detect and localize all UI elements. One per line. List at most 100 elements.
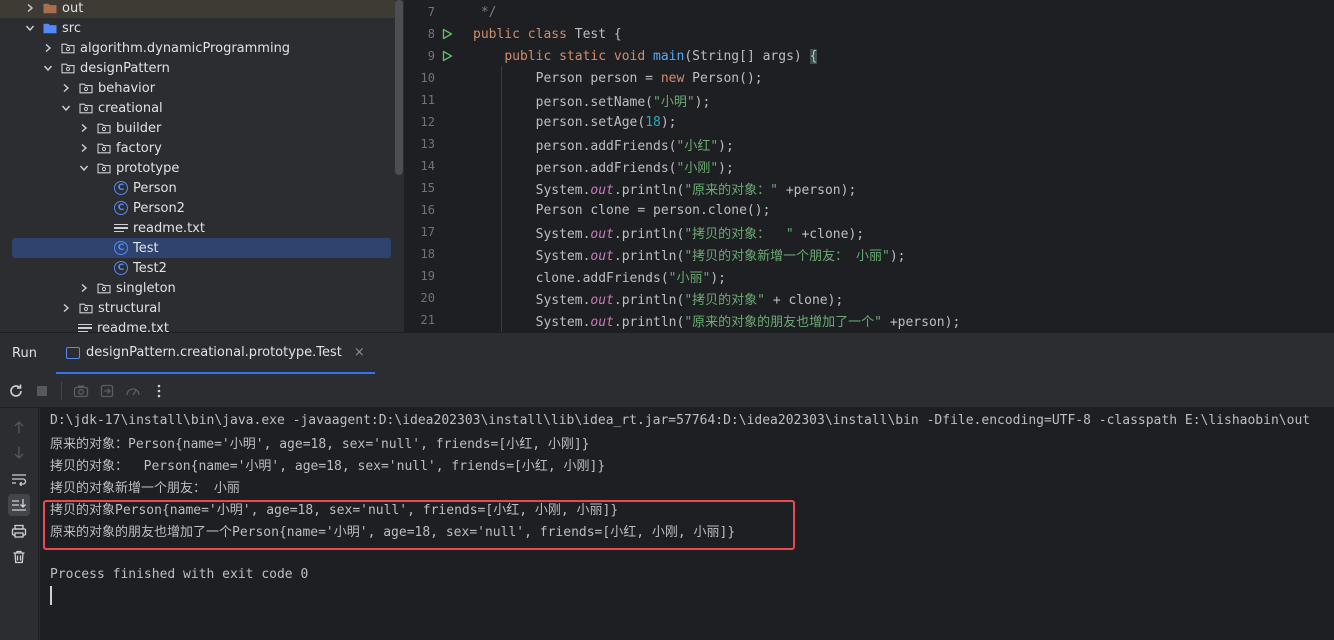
code-line[interactable]: 7 */ [405, 1, 1334, 23]
code-line[interactable]: 17 System.out.println("拷贝的对象： " +clone); [405, 221, 1334, 243]
tree-item-label: algorithm.dynamicProgramming [80, 40, 291, 56]
code-token: person.setName( [473, 94, 654, 110]
chevron-right-icon[interactable] [78, 122, 90, 134]
code-token: "拷贝的对象新增一个朋友： 小丽" [684, 248, 890, 264]
chevron-down-icon[interactable] [24, 22, 36, 34]
tree-item[interactable]: src [0, 18, 395, 38]
code-line[interactable]: 11 person.setName("小明"); [405, 89, 1334, 111]
chevron-down-icon[interactable] [78, 162, 90, 174]
chevron-right-icon[interactable] [24, 2, 36, 14]
code-token: 18 [645, 114, 661, 130]
chevron-right-icon[interactable] [42, 42, 54, 54]
code-token: { [809, 48, 818, 64]
close-tab-icon[interactable]: × [354, 345, 365, 360]
line-number: 8 [427, 27, 435, 41]
code-token: ); [718, 160, 734, 176]
java-class-icon: C [114, 181, 128, 195]
camera-icon[interactable] [70, 380, 92, 402]
code-line[interactable]: 21 System.out.println("原来的对象的朋友也增加了一个" +… [405, 309, 1334, 331]
tree-item[interactable]: readme.txt [0, 318, 395, 332]
code-token: ); [889, 248, 906, 264]
run-gutter-icon[interactable] [435, 28, 473, 40]
run-config-tab[interactable]: designPattern.creational.prototype.Test … [56, 333, 375, 375]
code-line[interactable]: 12 person.setAge(18); [405, 111, 1334, 133]
stop-icon[interactable] [31, 380, 53, 402]
line-number: 11 [420, 93, 435, 107]
tree-item-label: Person [133, 180, 177, 196]
code-editor[interactable]: 7 */ 8 public class Test { 9 public static … [404, 0, 1334, 332]
code-line[interactable]: 14 person.addFriends("小刚"); [405, 155, 1334, 177]
more-options-icon[interactable] [148, 380, 170, 402]
tree-item[interactable]: creational [0, 98, 395, 118]
tree-item[interactable]: factory [0, 138, 395, 158]
profiler-icon[interactable] [122, 380, 144, 402]
tree-item[interactable]: behavior [0, 78, 395, 98]
arrow-down-icon[interactable] [8, 442, 30, 464]
trash-icon[interactable] [8, 546, 30, 568]
code-token: +person); [785, 182, 857, 198]
code-text: System.out.println("原来的对象：" +person); [473, 179, 857, 198]
code-token: Person person = [473, 70, 661, 86]
tree-item[interactable]: C Person [0, 178, 395, 198]
code-line[interactable]: 9 public static void main(String[] args)… [405, 45, 1334, 67]
code-line[interactable]: 13 person.addFriends("小红"); [405, 133, 1334, 155]
chevron-right-icon[interactable] [78, 282, 90, 294]
scroll-to-end-icon[interactable] [8, 494, 30, 516]
excluded-folder-icon [42, 1, 58, 15]
code-text: public class Test { [473, 27, 622, 42]
code-text: System.out.println("拷贝的对象" + clone); [473, 289, 844, 308]
code-line[interactable]: 19 clone.addFriends("小丽"); [405, 265, 1334, 287]
run-window-title: Run [12, 346, 37, 361]
java-class-icon: C [114, 201, 128, 215]
code-text: public static void main(String[] args) { [473, 48, 818, 64]
tree-item[interactable]: structural [0, 298, 395, 318]
tree-item-label: factory [116, 140, 162, 156]
code-line[interactable]: 18 System.out.println("拷贝的对象新增一个朋友： 小丽")… [405, 243, 1334, 265]
export-icon[interactable] [96, 380, 118, 402]
tree-item[interactable]: prototype [0, 158, 395, 178]
chevron-right-icon[interactable] [60, 82, 72, 94]
tree-item[interactable]: readme.txt [0, 218, 395, 238]
run-gutter-icon[interactable] [435, 50, 473, 62]
code-token: "小明" [653, 94, 695, 110]
code-line[interactable]: 10 Person person = new Person(); [405, 67, 1334, 89]
tree-item[interactable]: singleton [0, 278, 395, 298]
tree-item[interactable]: C Person2 [0, 198, 395, 218]
arrow-up-icon[interactable] [8, 416, 30, 438]
tree-item[interactable]: C Test [12, 238, 391, 258]
line-number: 13 [420, 137, 435, 151]
tree-item[interactable]: out [0, 0, 395, 18]
line-number: 7 [427, 5, 435, 19]
code-token: "拷贝的对象" [684, 292, 773, 308]
code-token: .println( [613, 226, 685, 242]
code-text: person.setName("小明"); [473, 91, 711, 110]
line-number: 21 [420, 313, 435, 327]
tree-item[interactable]: algorithm.dynamicProgramming [0, 38, 395, 58]
run-config-tab-label: designPattern.creational.prototype.Test [86, 345, 342, 360]
chevron-down-icon[interactable] [60, 102, 72, 114]
code-line[interactable]: 16 Person clone = person.clone(); [405, 199, 1334, 221]
package-icon [96, 161, 112, 175]
code-line[interactable]: 15 System.out.println("原来的对象：" +person); [405, 177, 1334, 199]
code-text: System.out.println("拷贝的对象新增一个朋友： 小丽"); [473, 245, 906, 264]
chevron-right-icon[interactable] [60, 302, 72, 314]
tree-item[interactable]: C Test2 [0, 258, 395, 278]
code-token: person.setAge( [473, 114, 646, 130]
rerun-icon[interactable] [5, 380, 27, 402]
tree-scrollbar[interactable] [395, 0, 403, 175]
code-token: System. [473, 248, 591, 264]
code-token: .println( [613, 182, 685, 198]
code-text: System.out.println("原来的对象的朋友也增加了一个" +per… [473, 311, 961, 330]
chevron-down-icon[interactable] [42, 62, 54, 74]
code-line[interactable]: 20 System.out.println("拷贝的对象" + clone); [405, 287, 1334, 309]
console-output[interactable]: D:\jdk-17\install\bin\java.exe -javaagen… [40, 408, 1334, 640]
chevron-right-icon[interactable] [78, 142, 90, 154]
print-icon[interactable] [8, 520, 30, 542]
code-line[interactable]: 8 public class Test { [405, 23, 1334, 45]
code-token: out [590, 248, 614, 264]
tree-item-label: singleton [116, 280, 176, 296]
tree-item[interactable]: builder [0, 118, 395, 138]
soft-wrap-icon[interactable] [8, 468, 30, 490]
tree-item[interactable]: designPattern [0, 58, 395, 78]
code-token: .println( [613, 292, 685, 308]
